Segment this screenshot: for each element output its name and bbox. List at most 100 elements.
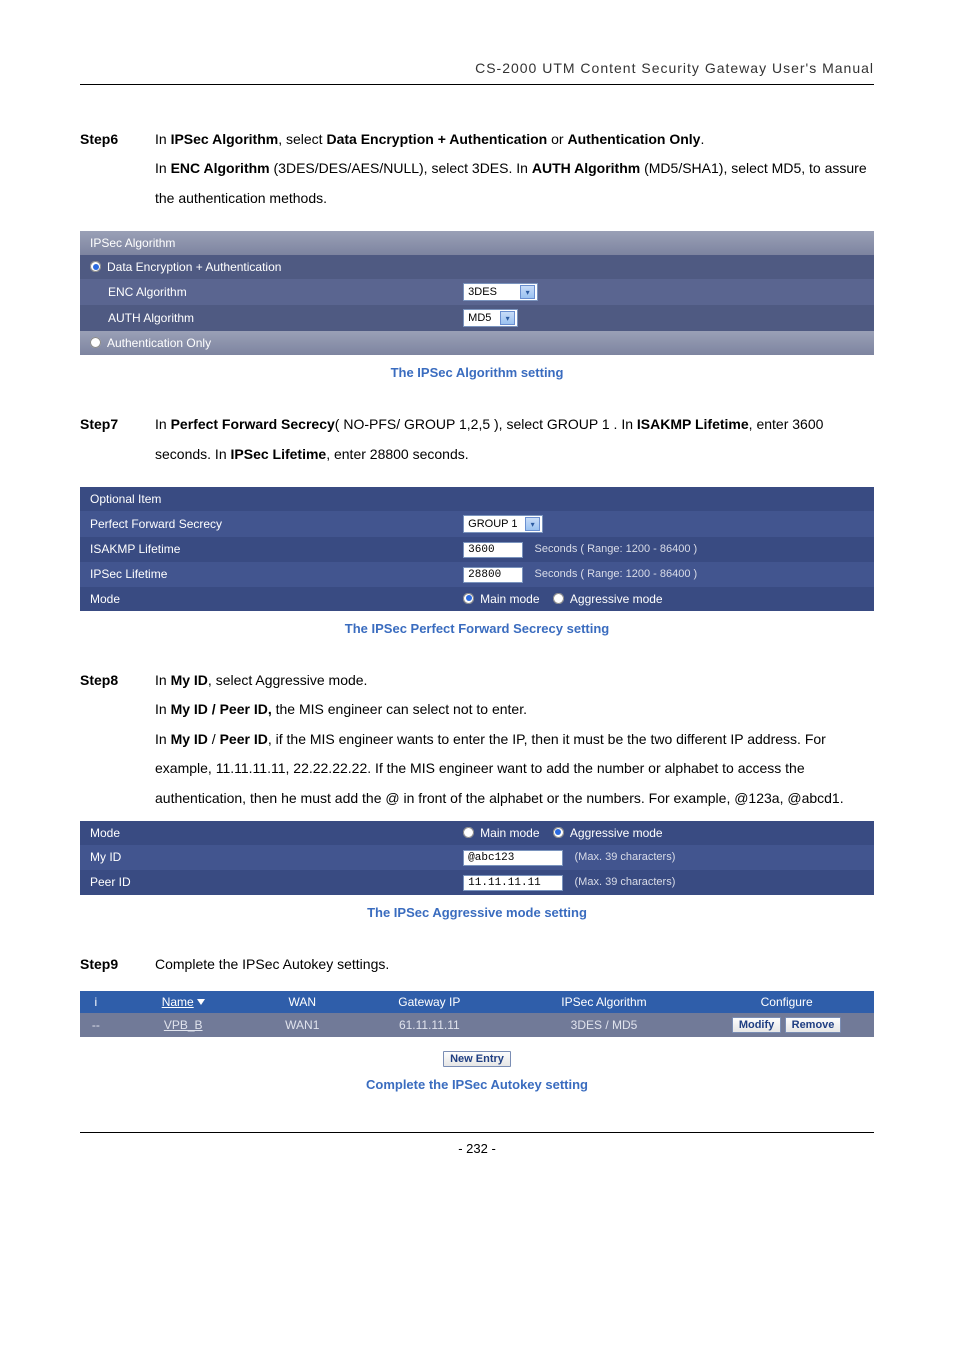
t: Peer ID: [220, 731, 268, 747]
t: the MIS engineer can select not to enter…: [272, 701, 527, 717]
t: GROUP 1: [468, 518, 517, 530]
caption-aggressive: The IPSec Aggressive mode setting: [80, 905, 874, 920]
col-alg: IPSec Algorithm: [509, 991, 700, 1013]
radio-unselected-icon: [463, 827, 474, 838]
caption-pfs: The IPSec Perfect Forward Secrecy settin…: [80, 621, 874, 636]
remove-button[interactable]: Remove: [785, 1017, 842, 1033]
t: Aggressive mode: [570, 826, 663, 840]
step7-body: In Perfect Forward Secrecy( NO-PFS/ GROU…: [155, 410, 874, 469]
t: IPSec Lifetime: [231, 446, 327, 462]
mode-main-radio2[interactable]: Main mode: [463, 826, 539, 840]
t: My ID: [171, 672, 208, 688]
t: Aggressive mode: [570, 592, 663, 606]
col-cfg: Configure: [699, 991, 874, 1013]
myid-label: My ID: [80, 845, 453, 870]
t: ISAKMP Lifetime: [637, 416, 749, 432]
t: 3DES: [468, 286, 497, 298]
mode-main-radio[interactable]: Main mode: [463, 592, 539, 606]
chevron-down-icon: ▾: [525, 517, 540, 531]
radio-selected-icon: [553, 827, 564, 838]
t: Name: [162, 995, 194, 1009]
ipsec-algorithm-table: IPSec Algorithm Data Encryption + Authen…: [80, 231, 874, 355]
ipsec-alg-header: IPSec Algorithm: [80, 231, 874, 255]
cell-name[interactable]: VPB_B: [112, 1013, 255, 1037]
table-row: -- VPB_B WAN1 61.11.11.11 3DES / MD5 Mod…: [80, 1013, 874, 1037]
autokey-result-table: i Name WAN Gateway IP IPSec Algorithm Co…: [80, 991, 874, 1037]
peerid-input[interactable]: 11.11.11.11: [463, 875, 563, 891]
radio-unselected-icon: [553, 593, 564, 604]
mode-aggressive-radio[interactable]: Aggressive mode: [553, 592, 663, 606]
doc-header: CS-2000 UTM Content Security Gateway Use…: [80, 60, 874, 85]
step9-label: Step9: [80, 950, 155, 979]
chevron-down-icon: ▾: [500, 311, 515, 325]
col-gw: Gateway IP: [350, 991, 509, 1013]
t: Data Encryption + Authentication: [107, 260, 281, 274]
pfs-select[interactable]: GROUP 1 ▾: [463, 515, 543, 533]
cell-alg: 3DES / MD5: [509, 1013, 700, 1037]
myid-input[interactable]: @abc123: [463, 850, 563, 866]
t: In: [155, 416, 171, 432]
t: Authentication Only: [107, 336, 211, 350]
col-i: i: [80, 991, 112, 1013]
isakmp-input[interactable]: 3600: [463, 542, 523, 558]
radio-selected-icon: [90, 261, 101, 272]
t: , enter 28800 seconds.: [326, 446, 468, 462]
t: or: [547, 131, 567, 147]
t: My ID: [171, 731, 208, 747]
step8-label: Step8: [80, 666, 155, 813]
t: AUTH Algorithm: [532, 160, 640, 176]
auth-alg-select[interactable]: MD5 ▾: [463, 309, 518, 327]
sort-desc-icon: [197, 999, 205, 1005]
mode-id-table: Mode Main mode Aggressive mode My ID @ab…: [80, 821, 874, 895]
isakmp-hint: Seconds ( Range: 1200 - 86400 ): [535, 543, 698, 555]
opt-auth-only[interactable]: Authentication Only: [80, 331, 874, 355]
t: Data Encryption + Authentication: [326, 131, 547, 147]
caption-ipsec-alg: The IPSec Algorithm setting: [80, 365, 874, 380]
mode-aggressive-radio2[interactable]: Aggressive mode: [553, 826, 663, 840]
new-entry-button[interactable]: New Entry: [443, 1051, 511, 1067]
t: , select Aggressive mode.: [208, 672, 368, 688]
step6-label: Step6: [80, 125, 155, 213]
t: In: [155, 701, 171, 717]
myid-hint: (Max. 39 characters): [575, 851, 676, 863]
radio-selected-icon: [463, 593, 474, 604]
cell-wan: WAN1: [255, 1013, 350, 1037]
cell-i: --: [80, 1013, 112, 1037]
t: In: [155, 672, 171, 688]
t: .: [700, 131, 704, 147]
t: In: [155, 160, 171, 176]
t: /: [208, 731, 220, 747]
pfs-label: Perfect Forward Secrecy: [80, 511, 453, 537]
col-wan: WAN: [255, 991, 350, 1013]
t: MD5: [468, 312, 491, 324]
isakmp-label: ISAKMP Lifetime: [80, 537, 453, 562]
mode-label: Mode: [80, 587, 453, 611]
t: (3DES/DES/AES/NULL), select 3DES. In: [270, 160, 532, 176]
opt-data-enc-auth[interactable]: Data Encryption + Authentication: [80, 255, 874, 279]
optional-item-table: Optional Item Perfect Forward Secrecy GR…: [80, 487, 874, 611]
t: Authentication Only: [567, 131, 700, 147]
step7-label: Step7: [80, 410, 155, 469]
ipsec-lifetime-label: IPSec Lifetime: [80, 562, 453, 587]
step6-body: In IPSec Algorithm, select Data Encrypti…: [155, 125, 874, 213]
auth-alg-label: AUTH Algorithm: [80, 305, 453, 331]
t: ENC Algorithm: [171, 160, 270, 176]
ipsec-lifetime-input[interactable]: 28800: [463, 567, 523, 583]
enc-alg-select[interactable]: 3DES ▾: [463, 283, 538, 301]
peerid-hint: (Max. 39 characters): [575, 876, 676, 888]
chevron-down-icon: ▾: [520, 285, 535, 299]
caption-complete: Complete the IPSec Autokey setting: [80, 1077, 874, 1092]
ipsec-lifetime-hint: Seconds ( Range: 1200 - 86400 ): [535, 568, 698, 580]
page-number: - 232 -: [80, 1132, 874, 1156]
peerid-label: Peer ID: [80, 870, 453, 895]
t: Main mode: [480, 592, 539, 606]
t: My ID / Peer ID,: [171, 701, 272, 717]
t: , select: [278, 131, 326, 147]
optional-header: Optional Item: [80, 487, 874, 511]
cell-gw: 61.11.11.11: [350, 1013, 509, 1037]
modify-button[interactable]: Modify: [732, 1017, 781, 1033]
t: In: [155, 731, 171, 747]
step8-body: In My ID, select Aggressive mode. In My …: [155, 666, 874, 813]
col-name[interactable]: Name: [112, 991, 255, 1013]
radio-unselected-icon: [90, 337, 101, 348]
